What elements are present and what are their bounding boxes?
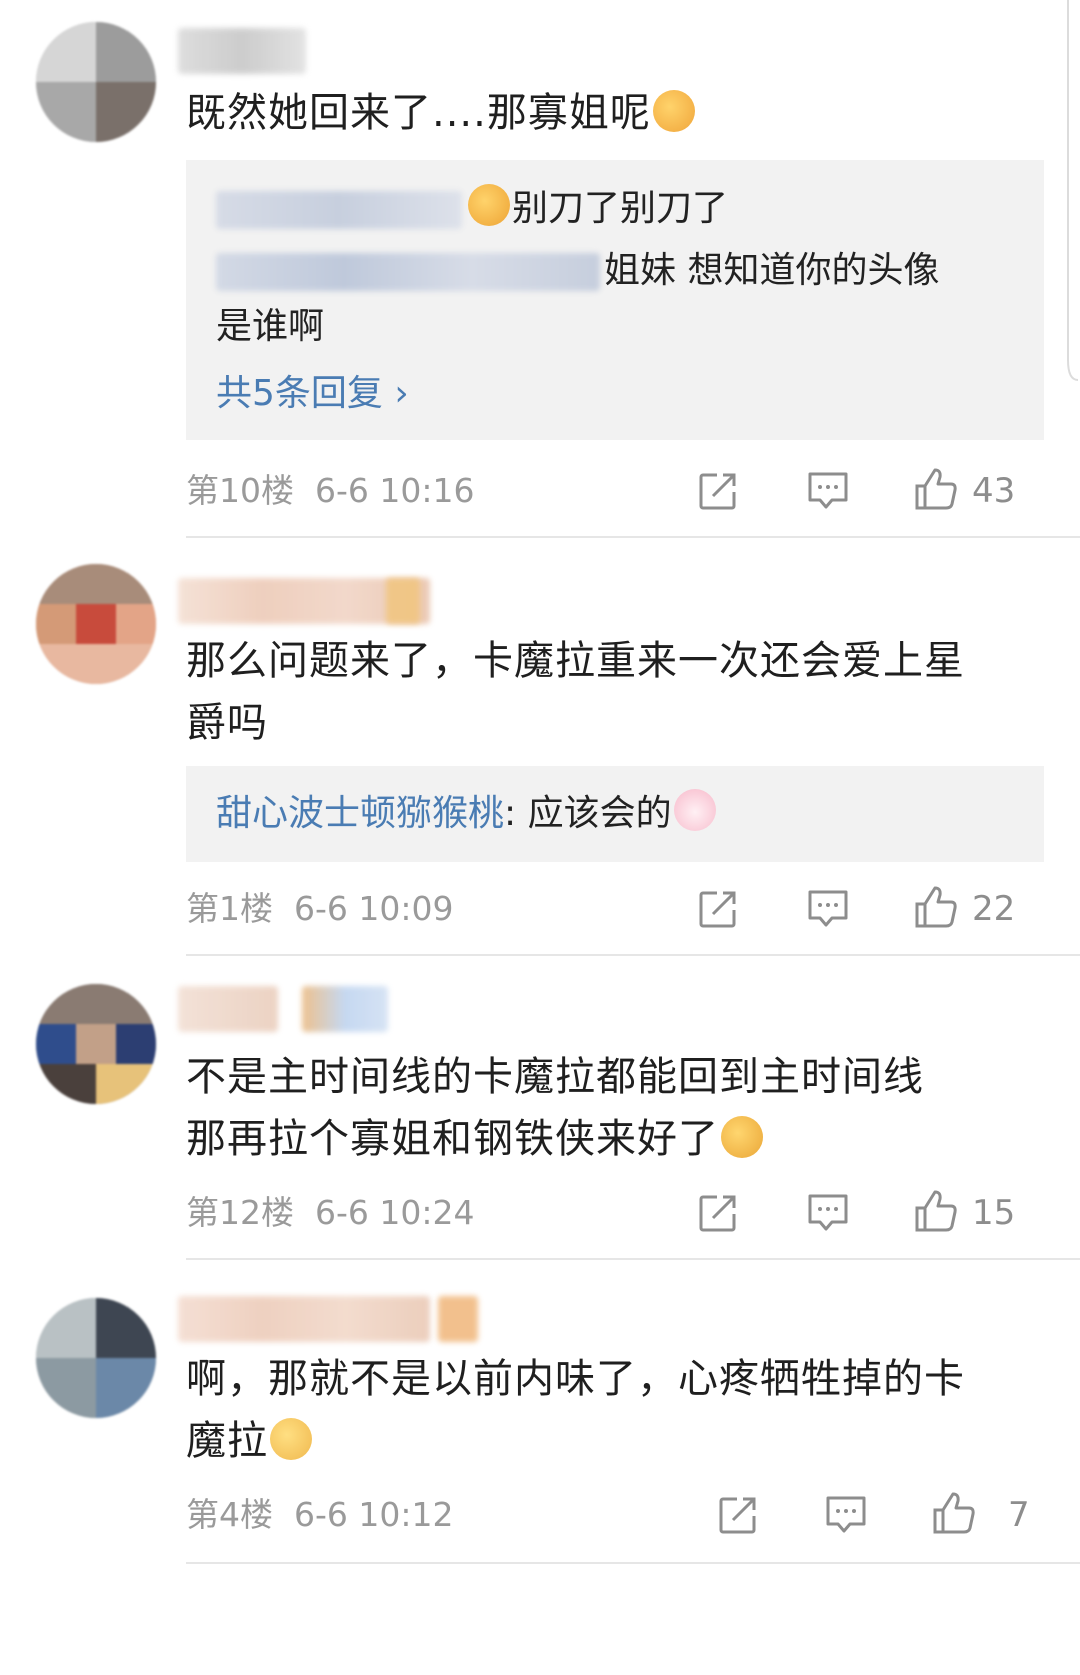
like-button[interactable]: [926, 1488, 982, 1538]
timestamp: 6-6 10:16: [314, 471, 475, 510]
like-count: 7: [1008, 1495, 1030, 1535]
thumbs-up-icon: [915, 468, 957, 510]
thumbs-up-icon: [915, 1190, 957, 1232]
reply-preview[interactable]: 别刀了别刀了 姐妹 想知道你的头像 是谁啊 共5条回复 ›: [186, 160, 1044, 440]
like-button[interactable]: [908, 1186, 964, 1236]
username-blurred[interactable]: [178, 986, 278, 1032]
user-badge-blurred: [438, 1296, 478, 1342]
like-count: 22: [972, 889, 1016, 929]
divider: [186, 536, 1080, 538]
avatar[interactable]: [36, 22, 156, 142]
floor-number: 第4楼: [186, 1495, 273, 1534]
like-count: 43: [972, 471, 1016, 511]
comment-item: 啊，那就不是以前内味了，心疼牺牲掉的卡 魔拉 第4楼 6-6 10:12 7: [0, 1268, 1080, 1675]
comment-text: 既然她回来了....那寡姐呢: [186, 82, 1046, 144]
user-badge-blurred: [386, 578, 420, 624]
forward-button[interactable]: [690, 466, 746, 516]
bunny-emoji-icon: [673, 789, 716, 831]
comment-item: 那么问题来了，卡魔拉重来一次还会爱上星 爵吗 甜心波士顿猕猴桃: 应该会的 第1…: [0, 540, 1080, 958]
reply-line: 甜心波士顿猕猴桃: 应该会的: [216, 785, 716, 843]
forward-button[interactable]: [710, 1490, 766, 1540]
like-count: 15: [972, 1193, 1016, 1233]
comment-icon: [808, 890, 848, 927]
comment-meta: 第4楼 6-6 10:12: [186, 1490, 453, 1540]
divider: [186, 954, 1080, 956]
thumbs-up-icon: [933, 1492, 975, 1534]
reply-username-blurred[interactable]: [216, 191, 462, 229]
thumbs-up-icon: [915, 886, 957, 928]
reply-line: 别刀了别刀了: [216, 180, 728, 238]
floor-number: 第12楼: [186, 1193, 294, 1232]
forward-icon: [699, 1195, 736, 1232]
divider: [186, 1562, 1080, 1564]
emoji-icon: [652, 90, 695, 132]
reply-username[interactable]: 甜心波士顿猕猴桃: [216, 793, 504, 834]
comment-button[interactable]: [800, 884, 856, 934]
comment-text: 啊，那就不是以前内味了，心疼牺牲掉的卡 魔拉: [186, 1356, 965, 1464]
like-button[interactable]: [908, 882, 964, 932]
comment-text: 那么问题来了，卡魔拉重来一次还会爱上星 爵吗: [186, 638, 965, 746]
like-button[interactable]: [908, 464, 964, 514]
thinking-emoji-icon: [721, 1116, 763, 1158]
timestamp: 6-6 10:09: [293, 889, 454, 928]
comment-icon: [808, 472, 848, 509]
forward-icon: [699, 891, 736, 928]
sad-emoji-icon: [270, 1418, 312, 1460]
reply-line: 姐妹 想知道你的头像: [216, 242, 939, 300]
comment-button[interactable]: [800, 466, 856, 516]
user-badge-blurred: [302, 986, 388, 1032]
forward-button[interactable]: [690, 1188, 746, 1238]
avatar[interactable]: [36, 984, 156, 1104]
forward-button[interactable]: [690, 884, 746, 934]
avatar[interactable]: [36, 564, 156, 684]
crying-emoji-icon: [468, 184, 510, 226]
divider: [186, 1258, 1080, 1260]
more-replies-link[interactable]: 共5条回复 ›: [216, 364, 409, 416]
comment-item: 不是主时间线的卡魔拉都能回到主时间线 那再拉个寡姐和钢铁侠来好了 第12楼 6-…: [0, 958, 1080, 1268]
comment-icon: [808, 1194, 848, 1231]
comment-text: 不是主时间线的卡魔拉都能回到主时间线 那再拉个寡姐和钢铁侠来好了: [186, 1054, 924, 1162]
floor-number: 第10楼: [186, 471, 294, 510]
comment-item: 既然她回来了....那寡姐呢 别刀了别刀了 姐妹 想知道你的头像 是谁啊 共5条…: [0, 0, 1080, 540]
timestamp: 6-6 10:12: [293, 1495, 454, 1534]
comment-button[interactable]: [800, 1188, 856, 1238]
forward-icon: [719, 1497, 756, 1534]
forward-icon: [699, 473, 736, 510]
avatar[interactable]: [36, 1298, 156, 1418]
username-blurred[interactable]: [178, 28, 306, 74]
reply-preview[interactable]: 甜心波士顿猕猴桃: 应该会的: [186, 766, 1044, 862]
comment-meta: 第1楼 6-6 10:09: [186, 884, 453, 934]
username-blurred[interactable]: [178, 1296, 430, 1342]
reply-username-blurred[interactable]: [216, 253, 600, 291]
comment-meta: 第12楼 6-6 10:24: [186, 1188, 474, 1238]
reply-line: 是谁啊: [216, 306, 325, 347]
comment-button[interactable]: [818, 1490, 874, 1540]
timestamp: 6-6 10:24: [314, 1193, 475, 1232]
floor-number: 第1楼: [186, 889, 273, 928]
comment-icon: [826, 1496, 866, 1533]
comment-meta: 第10楼 6-6 10:16: [186, 466, 474, 516]
